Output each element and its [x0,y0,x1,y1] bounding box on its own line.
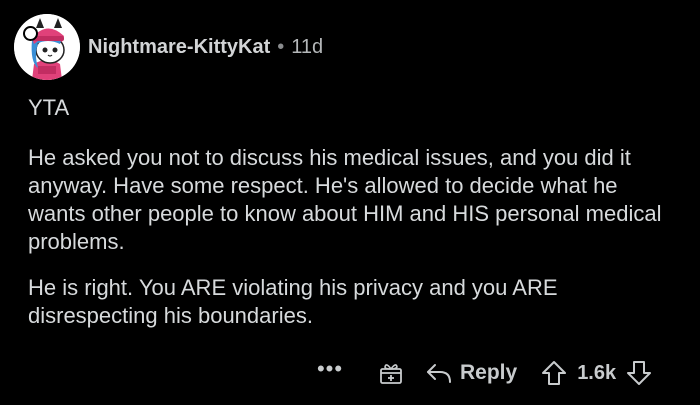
reply-button[interactable]: Reply [426,361,517,385]
reply-arrow-icon [426,362,452,384]
cat-avatar-icon [14,14,80,80]
comment-actions: ••• Reply 1.6k [310,358,652,388]
separator-dot: • [277,35,285,58]
comment-age: 11d [291,35,324,58]
avatar[interactable] [14,14,80,80]
downvote-arrow-icon[interactable] [626,360,652,386]
comment-body: YTA He asked you not to discuss his medi… [28,94,668,330]
comment-paragraph: He is right. You ARE violating his priva… [28,275,558,328]
vote-controls: 1.6k [541,360,652,386]
gift-award-icon[interactable] [378,360,404,386]
comment-paragraph: He asked you not to discuss his medical … [28,145,662,254]
online-status-dot [23,26,38,41]
author-row: Nightmare-KittyKat • 11d [88,36,323,59]
more-options-button[interactable]: ••• [310,358,350,382]
reply-label: Reply [460,361,518,384]
author-name[interactable]: Nightmare-KittyKat [88,36,270,59]
comment-paragraph: YTA [28,95,70,120]
comment-header: Nightmare-KittyKat • 11d [14,14,323,80]
vote-score: 1.6k [577,361,617,384]
upvote-arrow-icon[interactable] [541,360,567,386]
